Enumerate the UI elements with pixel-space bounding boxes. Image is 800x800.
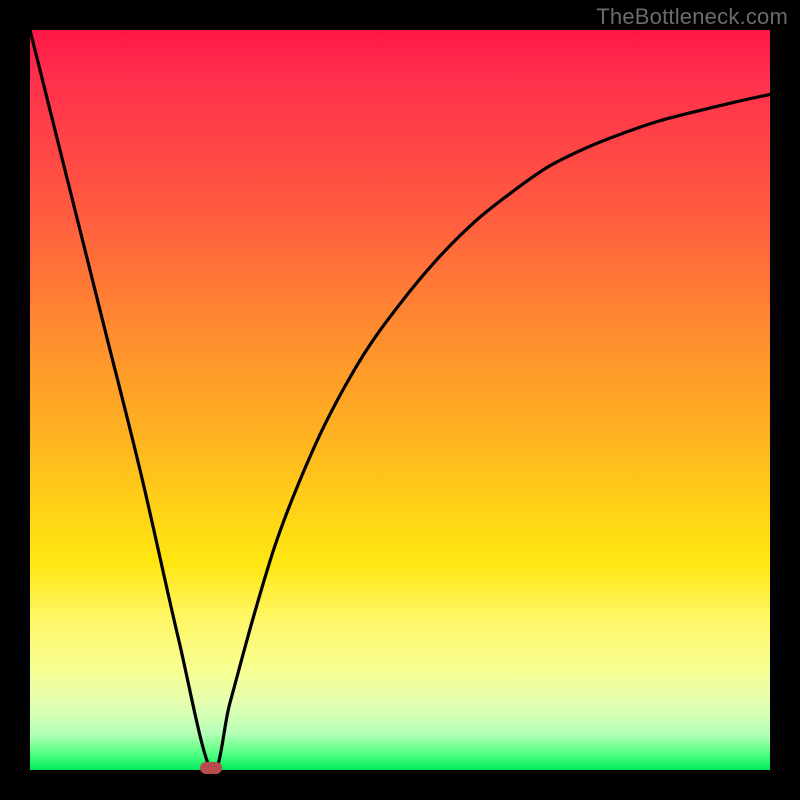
chart-plot-area — [30, 30, 770, 770]
bottleneck-curve — [30, 30, 770, 770]
watermark-text: TheBottleneck.com — [596, 4, 788, 30]
minimum-marker — [200, 762, 222, 774]
chart-frame: TheBottleneck.com — [0, 0, 800, 800]
